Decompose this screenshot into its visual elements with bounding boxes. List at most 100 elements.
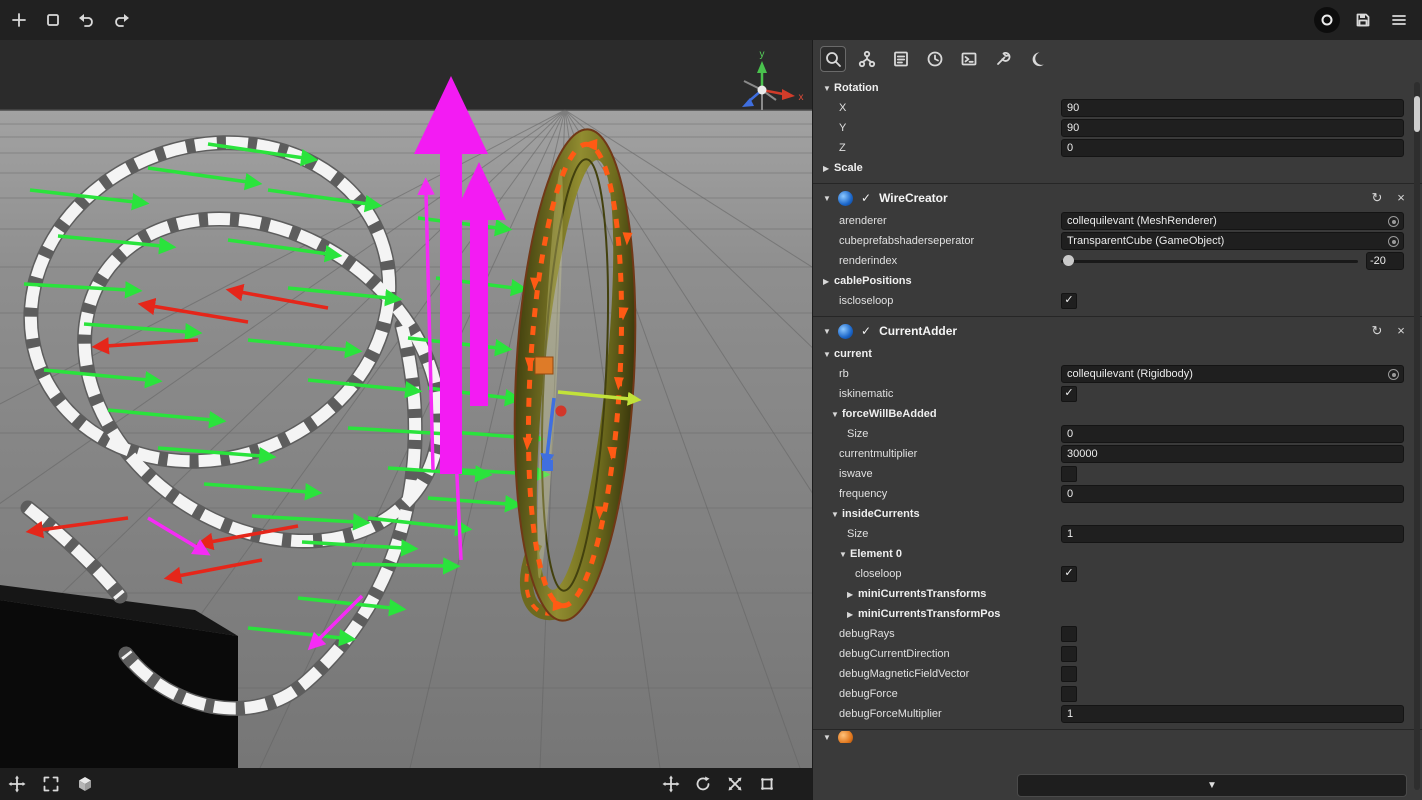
section-label: Element 0 [850,548,902,560]
debugrays-checkbox[interactable] [1061,626,1077,642]
currentmultiplier-field[interactable]: 30000 [1061,445,1404,463]
foldout-forcewillbeadded[interactable]: ▼ forceWillBeAdded [813,404,1422,424]
iskinematic-checkbox[interactable]: ✓ [1061,386,1077,402]
rotation-y-field[interactable]: 90 [1061,119,1404,137]
checkmark: ✓ [1062,567,1076,580]
field-label: debugCurrentDirection [813,648,950,660]
renderindex-value-field[interactable]: -20 [1366,252,1404,270]
rotation-z-field[interactable]: 0 [1061,139,1404,157]
orientation-gizmo[interactable]: y x [742,49,804,110]
iscloseloop-checkbox[interactable]: ✓ [1061,293,1077,309]
rb-object-field[interactable]: collequilevant (Rigidbody) [1061,365,1404,383]
component-header-currentadder[interactable]: ▼ ✓ CurrentAdder ↻ × [813,318,1422,344]
foldout-open-icon: ▼ [823,733,834,742]
foldout-insidecurrents[interactable]: ▼ insideCurrents [813,504,1422,524]
theme-tab[interactable] [1025,47,1049,71]
foldout-closed-icon: ▶ [823,164,834,173]
foldout-scale[interactable]: ▶ Scale [813,158,1422,178]
inspector-scrollbar-track[interactable] [1414,82,1420,790]
gizmo-blue-handle[interactable] [542,460,553,471]
inspector-tab[interactable] [889,47,913,71]
console-tab[interactable] [957,47,981,71]
reset-component-icon[interactable]: ↻ [1370,323,1384,339]
row-debugmagneticfieldvector: debugMagneticFieldVector [813,664,1422,684]
component-separator [813,183,1422,184]
debugcurrentdirection-checkbox[interactable] [1061,646,1077,662]
object-picker-icon[interactable] [1388,369,1399,380]
tools-tab[interactable] [991,47,1015,71]
top-toolbar [0,0,1422,40]
cubeprefab-object-field[interactable]: TransparentCube (GameObject) [1061,232,1404,250]
record-button[interactable] [1312,5,1342,35]
search-tab[interactable] [821,47,845,71]
inside-size-field[interactable]: 1 [1061,525,1404,543]
stop-button[interactable] [38,5,68,35]
gizmo-center-handle[interactable] [556,406,567,417]
component-enabled-checkbox[interactable]: ✓ [861,324,871,338]
expand-button[interactable] [40,773,62,795]
debugforcemultiplier-field[interactable]: 1 [1061,705,1404,723]
section-label: miniCurrentsTransforms [858,588,986,600]
gizmo-cube-handle[interactable] [535,357,553,374]
rotate-tool-button[interactable] [692,773,714,795]
row-iswave: iswave [813,464,1422,484]
debugmagneticfieldvector-checkbox[interactable] [1061,666,1077,682]
frequency-field[interactable]: 0 [1061,485,1404,503]
rotation-x-field[interactable]: 90 [1061,99,1404,117]
arenderer-object-field[interactable]: collequilevant (MeshRenderer) [1061,212,1404,230]
component-header-wirecreator[interactable]: ▼ ✓ WireCreator ↻ × [813,185,1422,211]
debugforce-checkbox[interactable] [1061,686,1077,702]
history-tab[interactable] [923,47,947,71]
foldout-open-icon: ▼ [823,327,834,336]
move-tool-button[interactable] [660,773,682,795]
rect-tool-button[interactable] [756,773,778,795]
redo-button[interactable] [106,5,136,35]
renderindex-slider[interactable] [1061,251,1358,271]
foldout-element0[interactable]: ▼ Element 0 [813,544,1422,564]
section-label: current [834,348,872,360]
script-icon [838,191,853,206]
partial-component-header[interactable]: ▼ [813,731,1422,743]
object-picker-icon[interactable] [1388,236,1399,247]
force-size-field[interactable]: 0 [1061,425,1404,443]
field-label: debugRays [813,628,895,640]
foldout-current[interactable]: ▼ current [813,344,1422,364]
slider-track[interactable] [1061,260,1358,263]
rect-tool-icon [758,775,776,793]
move-tool-icon [662,775,680,793]
row-cubeprefab: cubeprefabshaderseperator TransparentCub… [813,231,1422,251]
slider-handle[interactable] [1063,255,1074,266]
menu-button[interactable] [1384,5,1414,35]
foldout-cablepositions[interactable]: ▶ cablePositions [813,271,1422,291]
row-rb: rb collequilevant (Rigidbody) [813,364,1422,384]
script-icon [838,324,853,339]
remove-component-icon[interactable]: × [1394,323,1408,339]
cube-button[interactable] [74,773,96,795]
foldout-rotation[interactable]: ▼ Rotation [813,78,1422,98]
scene-viewport[interactable]: y x [0,40,812,768]
component-enabled-checkbox[interactable]: ✓ [861,191,871,205]
remove-component-icon[interactable]: × [1394,190,1408,206]
hierarchy-tab[interactable] [855,47,879,71]
iswave-checkbox[interactable] [1061,466,1077,482]
pan-button[interactable] [6,773,28,795]
field-label: X [813,102,846,114]
field-label: frequency [813,488,887,500]
inspector-scrollbar-thumb[interactable] [1414,96,1420,132]
undo-button[interactable] [72,5,102,35]
object-picker-icon[interactable] [1388,216,1399,227]
row-currentmultiplier: currentmultiplier 30000 [813,444,1422,464]
reset-component-icon[interactable]: ↻ [1370,190,1384,206]
field-label: iswave [813,468,873,480]
closeloop-checkbox[interactable]: ✓ [1061,566,1077,582]
bottom-dropdown[interactable]: ▼ [1017,774,1407,797]
foldout-minicurrentstransforms[interactable]: ▶ miniCurrentsTransforms [813,584,1422,604]
section-label: Rotation [834,82,879,94]
scene-svg[interactable]: y x [0,40,812,768]
scale-tool-button[interactable] [724,773,746,795]
save-button[interactable] [1348,5,1378,35]
add-button[interactable] [4,5,34,35]
foldout-minicurrentstransformpos[interactable]: ▶ miniCurrentsTransformPos [813,604,1422,624]
field-label: Z [813,142,846,154]
section-label: insideCurrents [842,508,920,520]
